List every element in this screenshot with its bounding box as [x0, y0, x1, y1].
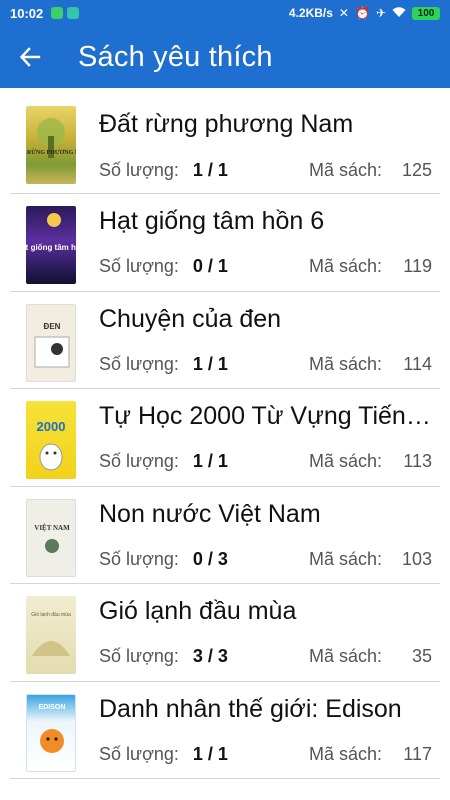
- book-meta: Số lượng: 1 / 1 Mã sách: 113: [99, 451, 432, 472]
- book-item[interactable]: hạt giống tâm hồn Hạt giống tâm hồn 6 Số…: [10, 194, 440, 292]
- quantity-label: Số lượng:: [99, 353, 179, 374]
- book-cover: EDISON: [26, 693, 76, 772]
- quantity-label: Số lượng:: [99, 548, 179, 569]
- book-meta: Số lượng: 1 / 1 Mã sách: 117: [99, 744, 432, 765]
- book-title: Chuyện của đen: [99, 304, 282, 333]
- code-label: Mã sách:: [308, 743, 382, 764]
- code-label: Mã sách:: [308, 646, 382, 666]
- book-meta: Số lượng: 0 / 1 Mã sách: 119: [99, 256, 432, 277]
- book-meta: Số lượng: 0 / 3 Mã sách: 103: [99, 549, 432, 570]
- book-title: Tự Học 2000 Từ Vựng Tiếng Anh Theo Chủ Đ…: [99, 402, 440, 430]
- book-cover: ĐEN: [26, 303, 76, 382]
- network-speed: 4.2KB/s: [288, 6, 333, 20]
- battery-icon: 100: [412, 6, 440, 20]
- airplane-icon: ✈: [375, 6, 386, 20]
- code-value: 119: [403, 256, 432, 276]
- code-value: 113: [403, 451, 432, 471]
- book-cover: Gió lạnh đầu mùa: [26, 596, 76, 674]
- mute-icon: ✕: [338, 6, 349, 20]
- cover-text: VIỆT NAM: [34, 524, 70, 532]
- cover-text: Gió lạnh đầu mùa: [31, 612, 71, 618]
- book-title: Non nước Việt Nam: [99, 499, 321, 528]
- cover-text: hạt giống tâm hồn: [26, 243, 76, 252]
- notification-app-icon: [51, 7, 64, 19]
- book-cover: ĐẤT RỪNG PHƯƠNG NAM: [26, 106, 76, 184]
- page-title: Sách yêu thích: [78, 40, 273, 73]
- quantity-label: Số lượng:: [99, 743, 179, 764]
- book-cover: hạt giống tâm hồn: [26, 206, 76, 284]
- code-value: 125: [401, 160, 432, 180]
- book-meta: Số lượng: 1 / 1 Mã sách: 114: [99, 354, 432, 375]
- quantity-value: 1 / 1: [192, 743, 228, 764]
- book-cover: VIỆT NAM: [26, 498, 76, 577]
- book-item[interactable]: Gió lạnh đầu mùa Gió lạnh đầu mùa Số lượ…: [10, 584, 440, 682]
- quantity-value: 0 / 3: [192, 548, 228, 569]
- cover-text: ĐẤT RỪNG PHƯƠNG NAM: [26, 148, 76, 156]
- code-value: 103: [401, 548, 432, 569]
- book-title: Gió lạnh đầu mùa: [99, 597, 297, 625]
- book-meta: Số lượng: 3 / 3 Mã sách: 35: [99, 646, 432, 667]
- code-value: 35: [411, 646, 432, 666]
- book-item[interactable]: ĐẤT RỪNG PHƯƠNG NAM Đất rừng phương Nam …: [10, 88, 440, 194]
- status-bar: 10:02 4.2KB/s ✕ ⏰ ✈ 100: [0, 0, 450, 26]
- book-cover: 2000: [26, 401, 76, 479]
- cover-text: ĐEN: [44, 322, 61, 331]
- book-title: Hạt giống tâm hồn 6: [99, 207, 325, 235]
- book-title: Danh nhân thế giới: Edison: [99, 694, 402, 723]
- book-item[interactable]: ĐEN Chuyện của đen Số lượng: 1 / 1 Mã sá…: [10, 292, 440, 389]
- quantity-value: 1 / 1: [192, 451, 228, 471]
- code-label: Mã sách:: [308, 353, 382, 374]
- code-label: Mã sách:: [308, 548, 382, 569]
- quantity-label: Số lượng:: [99, 160, 179, 180]
- quantity-value: 3 / 3: [192, 646, 228, 666]
- code-label: Mã sách:: [308, 256, 382, 276]
- book-meta: Số lượng: 1 / 1 Mã sách: 125: [99, 160, 432, 181]
- quantity-label: Số lượng:: [99, 451, 179, 471]
- book-item[interactable]: VIỆT NAM Non nước Việt Nam Số lượng: 0 /…: [10, 487, 440, 584]
- app-bar: Sách yêu thích: [0, 26, 450, 88]
- quantity-label: Số lượng:: [99, 256, 179, 276]
- quantity-label: Số lượng:: [99, 646, 179, 666]
- code-value: 117: [403, 743, 432, 764]
- notification-app-icon-2: [67, 7, 80, 19]
- cover-text: EDISON: [39, 704, 66, 711]
- book-item[interactable]: EDISON Danh nhân thế giới: Edison Số lượ…: [10, 682, 440, 779]
- code-label: Mã sách:: [308, 451, 382, 471]
- quantity-value: 0 / 1: [192, 256, 228, 276]
- book-item[interactable]: 2000 Tự Học 2000 Từ Vựng Tiếng Anh Theo …: [10, 389, 440, 487]
- quantity-value: 1 / 1: [192, 353, 228, 374]
- alarm-icon: ⏰: [354, 6, 370, 20]
- status-time: 10:02: [10, 5, 44, 21]
- book-title: Đất rừng phương Nam: [99, 110, 354, 138]
- quantity-value: 1 / 1: [192, 160, 228, 180]
- back-button[interactable]: [0, 26, 60, 88]
- code-value: 114: [403, 353, 432, 374]
- cover-text: 2000: [37, 419, 66, 434]
- favorite-books-list: ĐẤT RỪNG PHƯƠNG NAM Đất rừng phương Nam …: [0, 88, 450, 779]
- code-label: Mã sách:: [308, 160, 382, 180]
- arrow-left-icon: [19, 47, 41, 67]
- wifi-icon: [392, 6, 406, 20]
